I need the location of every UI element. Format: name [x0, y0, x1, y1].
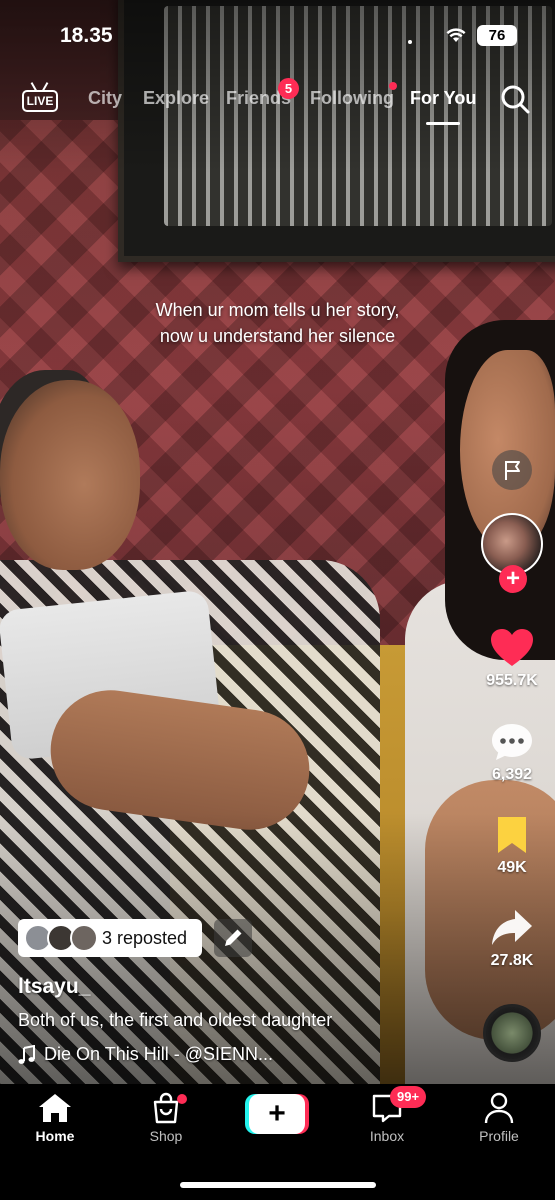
- follow-button[interactable]: +: [499, 565, 527, 593]
- save-button[interactable]: 49K: [480, 815, 544, 877]
- tab-for-you[interactable]: For You: [410, 88, 476, 109]
- tab-inbox-label: Inbox: [369, 1128, 405, 1144]
- tab-shop-label: Shop: [149, 1128, 183, 1144]
- create-button[interactable]: +: [245, 1094, 309, 1134]
- tab-home-label: Home: [35, 1128, 75, 1144]
- creator-username[interactable]: ltsayu_: [18, 975, 90, 999]
- top-navigation: LIVE City Explore Friends 5 Following Fo…: [0, 78, 555, 125]
- shop-notification-dot: [177, 1094, 187, 1104]
- camera-indicator-dot: [408, 40, 412, 44]
- comment-count: 6,392: [491, 766, 533, 783]
- pencil-icon: [225, 929, 242, 946]
- heart-icon: [491, 629, 533, 666]
- tab-explore[interactable]: Explore: [143, 88, 209, 109]
- plus-icon: +: [249, 1094, 305, 1134]
- sound-title: Die On This Hill - @SIENN...: [44, 1044, 273, 1064]
- tab-shop[interactable]: Shop: [121, 1092, 211, 1144]
- live-label: LIVE: [22, 90, 58, 112]
- report-button[interactable]: [492, 450, 532, 490]
- active-tab-indicator: [426, 122, 460, 125]
- live-icon[interactable]: LIVE: [22, 82, 58, 112]
- home-indicator: [180, 1182, 376, 1188]
- share-arrow-icon: [492, 910, 532, 945]
- video-caption: When ur mom tells u her story, now u und…: [155, 300, 400, 346]
- bookmark-icon: [498, 817, 526, 853]
- sound-link[interactable]: Die On This Hill - @SIENN...: [18, 1044, 273, 1065]
- avatar: [70, 924, 98, 952]
- share-count: 27.8K: [490, 952, 534, 969]
- battery-indicator: 76: [477, 25, 517, 46]
- like-button[interactable]: 955.7K: [480, 628, 544, 690]
- tab-profile[interactable]: Profile: [454, 1092, 544, 1144]
- music-note-icon: [18, 1044, 35, 1064]
- profile-icon: [484, 1092, 514, 1124]
- search-icon[interactable]: [500, 84, 530, 114]
- music-disc[interactable]: [483, 1004, 541, 1062]
- status-bar: 18.35 76: [0, 0, 555, 70]
- tab-city[interactable]: City: [88, 88, 122, 109]
- share-button[interactable]: 27.8K: [480, 908, 544, 970]
- status-time: 18.35: [60, 24, 113, 47]
- tab-following[interactable]: Following: [310, 88, 394, 109]
- friends-badge: 5: [278, 78, 299, 99]
- like-count: 955.7K: [486, 672, 538, 689]
- comment-icon: [492, 724, 532, 760]
- save-count: 49K: [497, 859, 527, 876]
- tab-inbox[interactable]: 99+ Inbox: [342, 1086, 432, 1144]
- repost-pill[interactable]: 3 reposted: [18, 919, 202, 957]
- inbox-badge: 99+: [390, 1086, 427, 1108]
- tab-profile-label: Profile: [479, 1128, 519, 1144]
- home-icon: [39, 1094, 71, 1122]
- comment-button[interactable]: 6,392: [480, 722, 544, 784]
- creator-avatar[interactable]: +: [481, 513, 543, 593]
- flag-icon: [505, 461, 520, 480]
- edit-repost-button[interactable]: [214, 919, 252, 957]
- wifi-icon: [446, 28, 466, 42]
- tab-home[interactable]: Home: [10, 1092, 100, 1144]
- post-description[interactable]: Both of us, the first and oldest daughte…: [18, 1010, 332, 1031]
- repost-avatars: [24, 924, 98, 952]
- following-notification-dot: [389, 82, 397, 90]
- repost-label: 3 reposted: [102, 927, 188, 948]
